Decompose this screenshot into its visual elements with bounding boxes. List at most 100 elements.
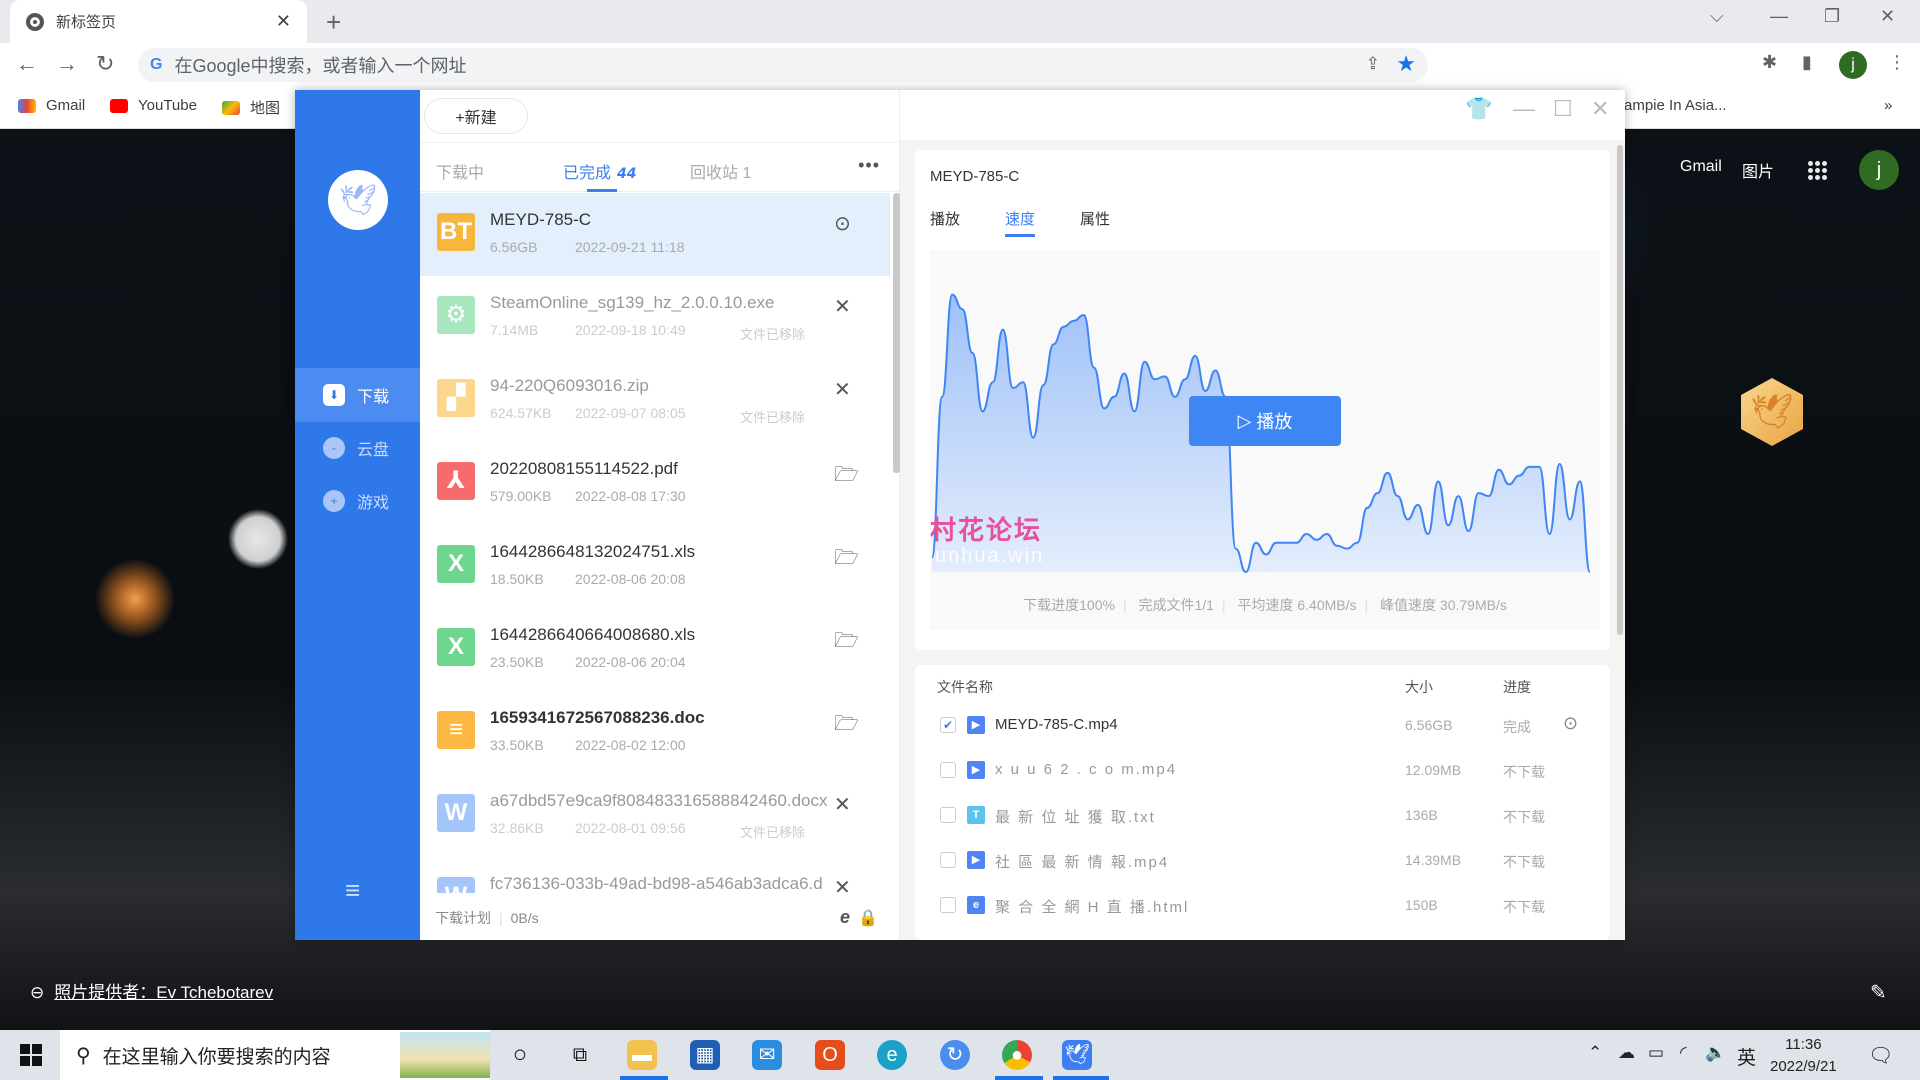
folder-icon[interactable]: 🗁 <box>834 460 859 494</box>
remove-icon[interactable]: ✕ <box>834 875 851 893</box>
file-checkbox[interactable] <box>940 897 956 913</box>
detail-tab-speed[interactable]: 速度 <box>1005 208 1036 237</box>
minimize-button[interactable]: — <box>1770 6 1788 27</box>
detail-tab-play[interactable]: 播放 <box>930 208 960 229</box>
folder-icon[interactable]: 🗁 <box>834 626 859 660</box>
notifications-icon[interactable]: 🗨 <box>1868 1043 1893 1068</box>
ms-store-icon[interactable]: ▦ <box>690 1040 720 1070</box>
tray-expand-icon[interactable]: ⌃ <box>1588 1043 1602 1063</box>
taskbar-search-placeholder: 在这里输入你要搜索的内容 <box>102 1046 331 1068</box>
new-tab-button[interactable]: + <box>326 7 341 38</box>
sidebar-item-games[interactable]: + 游戏 <box>295 474 420 528</box>
file-checkbox[interactable] <box>940 807 956 823</box>
app-swirl-icon[interactable]: ↻ <box>940 1040 970 1070</box>
onedrive-icon[interactable]: ☁ <box>1618 1043 1635 1063</box>
restore-button[interactable]: ❐ <box>1824 6 1840 27</box>
tab-search-icon[interactable]: ⌵ <box>1710 6 1724 27</box>
thunder-taskbar-icon[interactable]: 🕊 <box>1062 1040 1092 1070</box>
download-plan-button[interactable]: 下载计划 <box>435 908 491 928</box>
apps-grid-icon[interactable] <box>1808 161 1828 181</box>
remove-icon[interactable]: ✕ <box>834 294 851 319</box>
bookmark-star-icon[interactable]: ★ <box>1396 51 1416 77</box>
tab-downloading[interactable]: 下载中 <box>436 159 484 183</box>
file-row[interactable]: W fc736136-033b-49ad-bd98-a546ab3adca6.d… <box>420 857 890 893</box>
cortana-icon[interactable]: ○ <box>505 1040 535 1070</box>
taskbar-search[interactable]: ⚲ 在这里输入你要搜索的内容 <box>60 1030 490 1080</box>
browser-ie-icon[interactable]: e <box>840 907 850 928</box>
skin-shirt-icon[interactable]: 👕 <box>1465 96 1492 122</box>
file-checkbox[interactable] <box>940 852 956 868</box>
bookmark-gmail[interactable]: Gmail <box>18 97 85 114</box>
bookmark-maps[interactable]: 地图 <box>222 97 280 118</box>
file-row[interactable]: ⚙ SteamOnline_sg139_hz_2.0.0.10.exe 7.14… <box>420 276 890 359</box>
header-filename: 文件名称 <box>937 679 993 695</box>
edge-icon[interactable]: e <box>877 1040 907 1070</box>
file-row[interactable]: X 1644286640664008680.xls 23.50KB 2022-0… <box>420 608 890 691</box>
address-bar[interactable]: G 在Google中搜索，或者输入一个网址 ⇪ ★ <box>138 48 1428 82</box>
photo-credit-link[interactable]: ⊖ 照片提供者：Ev Tchebotarev <box>30 978 273 1003</box>
file-date: 2022-08-06 20:04 <box>575 654 686 670</box>
detail-tab-properties[interactable]: 属性 <box>1080 208 1110 229</box>
system-clock[interactable]: 11:36 2022/9/21 <box>1770 1034 1837 1078</box>
hamburger-menu-icon[interactable]: ≡ <box>345 875 360 906</box>
new-task-button[interactable]: +新建 <box>424 98 528 134</box>
close-tab-icon[interactable]: ✕ <box>276 11 291 32</box>
gmail-link[interactable]: Gmail <box>1680 158 1722 176</box>
tab-completed[interactable]: 已完成 44 <box>563 159 637 192</box>
app-minimize-button[interactable]: — <box>1513 96 1535 122</box>
forward-button[interactable]: → <box>56 51 78 77</box>
file-row[interactable]: BT MEYD-785-C 6.56GB 2022-09-21 11:18 ⊙ <box>420 193 890 276</box>
file-size: 7.14MB <box>490 322 539 338</box>
play-button[interactable]: ▷ 播放 <box>1189 396 1341 446</box>
remove-icon[interactable]: ✕ <box>834 792 851 817</box>
bookmark-youtube[interactable]: YouTube <box>110 97 197 114</box>
play-icon[interactable]: ⊙ <box>834 211 851 236</box>
ime-indicator[interactable]: 英 <box>1737 1043 1756 1070</box>
extensions-icon[interactable]: ✱ <box>1762 52 1777 73</box>
wifi-icon[interactable]: ◜ <box>1680 1043 1687 1063</box>
bookmark-overflow-item[interactable]: ampie In Asia... <box>1624 97 1727 114</box>
more-options-icon[interactable]: ••• <box>858 155 880 176</box>
lock-icon[interactable]: 🔒 <box>858 908 878 928</box>
share-icon[interactable]: ⇪ <box>1366 54 1380 74</box>
file-checkbox[interactable] <box>940 762 956 778</box>
bookmarks-more-icon[interactable]: » <box>1884 97 1892 114</box>
google-profile-avatar[interactable]: j <box>1859 150 1899 190</box>
side-panel-icon[interactable]: ▮ <box>1802 52 1812 73</box>
sidebar-item-download[interactable]: ⬇ 下载 <box>295 368 420 422</box>
mail-icon[interactable]: ✉ <box>752 1040 782 1070</box>
file-name: MEYD-785-C <box>490 210 592 229</box>
chrome-taskbar-icon[interactable]: ● <box>1002 1040 1032 1070</box>
images-link[interactable]: 图片 <box>1742 158 1774 182</box>
windows-start-icon[interactable] <box>20 1044 42 1066</box>
sidebar-item-cloud[interactable]: - 云盘 <box>295 421 420 475</box>
file-row[interactable]: X 1644286648132024751.xls 18.50KB 2022-0… <box>420 525 890 608</box>
folder-icon[interactable]: 🗁 <box>834 543 859 577</box>
app-maximize-button[interactable]: ☐ <box>1553 96 1573 122</box>
recycle-count: 1 <box>742 165 752 182</box>
file-row[interactable]: W a67dbd57e9ca9f808483316588842460.docx … <box>420 774 890 857</box>
detail-scrollbar[interactable] <box>1617 145 1623 635</box>
file-checkbox[interactable]: ✔ <box>940 717 956 733</box>
task-view-icon[interactable]: ⧉ <box>565 1040 595 1070</box>
back-button[interactable]: ← <box>16 51 38 77</box>
play-file-icon[interactable]: ⊙ <box>1563 713 1578 734</box>
file-row[interactable]: ≡ 1659341672567088236.doc 33.50KB 2022-0… <box>420 691 890 774</box>
volume-icon[interactable]: 🔈 <box>1705 1043 1726 1063</box>
file-row[interactable]: ▞ 94-220Q6093016.zip 624.57KB 2022-09-07… <box>420 359 890 442</box>
app-close-button[interactable]: ✕ <box>1591 96 1609 122</box>
tab-recycle-bin[interactable]: 回收站 1 <box>690 159 751 183</box>
folder-icon[interactable]: 🗁 <box>834 709 859 743</box>
close-window-button[interactable]: ✕ <box>1880 6 1895 27</box>
browser-tab[interactable]: 新标签页 ✕ <box>10 0 307 43</box>
reload-button[interactable]: ↻ <box>96 51 114 77</box>
menu-icon[interactable]: ⋮ <box>1888 52 1906 73</box>
battery-icon[interactable]: ▭ <box>1648 1043 1664 1063</box>
office-icon[interactable]: O <box>815 1040 845 1070</box>
profile-avatar[interactable]: j <box>1839 51 1867 79</box>
list-scrollbar[interactable] <box>893 193 900 473</box>
remove-icon[interactable]: ✕ <box>834 377 851 402</box>
file-row[interactable]: ⅄ 20220808155114522.pdf 579.00KB 2022-08… <box>420 442 890 525</box>
customize-pencil-icon[interactable]: ✎ <box>1870 980 1887 1005</box>
file-explorer-icon[interactable]: ▬ <box>627 1040 657 1070</box>
